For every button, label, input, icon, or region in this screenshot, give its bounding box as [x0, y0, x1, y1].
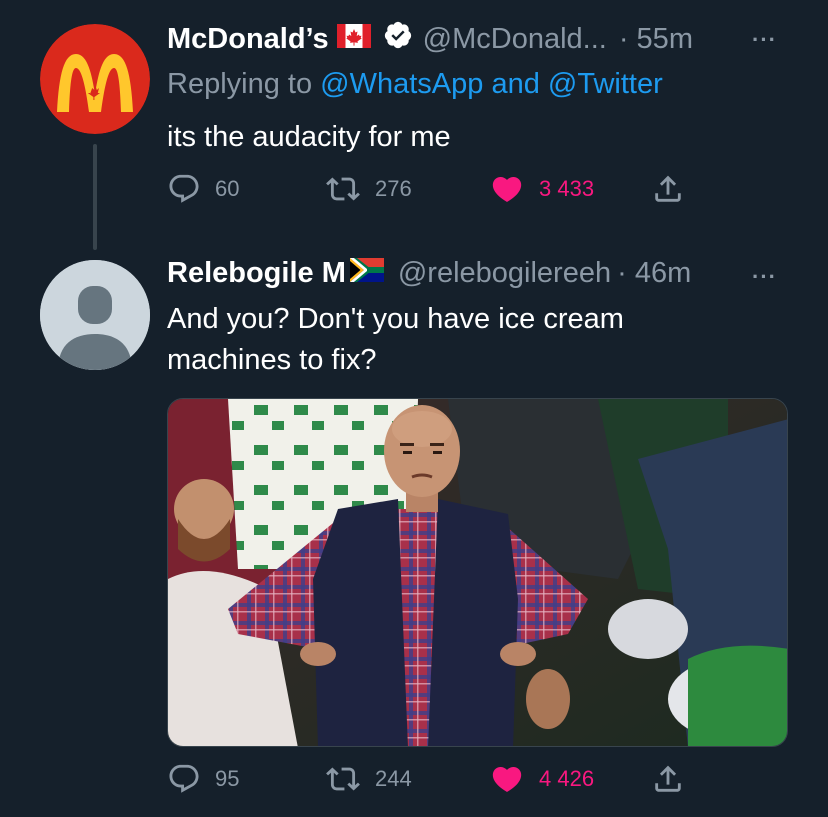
retweet-icon: [325, 762, 361, 796]
handle[interactable]: @relebogilereeh: [398, 257, 611, 290]
display-name[interactable]: McDonald’s: [167, 23, 329, 56]
timestamp[interactable]: · 55m: [619, 23, 693, 56]
reply-count: 60: [215, 176, 240, 201]
like-button[interactable]: 3 433: [489, 172, 594, 206]
display-name[interactable]: Relebogile M: [167, 257, 346, 290]
reply-button[interactable]: 60: [167, 172, 239, 206]
retweet-icon: [325, 172, 361, 206]
mention-whatsapp[interactable]: @WhatsApp: [320, 68, 483, 100]
share-icon: [651, 172, 685, 206]
canada-flag-icon: [336, 23, 371, 56]
thread-connector: [93, 144, 97, 250]
tweet-text-line-2: machines to fix?: [167, 344, 377, 376]
reply-count: 95: [215, 766, 240, 791]
timestamp[interactable]: · 46m: [617, 257, 691, 290]
like-icon: [489, 172, 525, 206]
tweet-text: its the audacity for me: [167, 121, 451, 153]
mention-and: and: [483, 68, 548, 100]
retweet-count: 276: [375, 176, 412, 201]
tweet-media-image[interactable]: [167, 398, 788, 747]
meme-photo: [168, 399, 787, 746]
default-avatar[interactable]: [40, 260, 150, 370]
like-icon: [489, 762, 525, 796]
tweet-header: Relebogile M @relebogilereeh · 46m: [167, 257, 691, 290]
like-count: 3 433: [539, 176, 595, 201]
reply-button[interactable]: 95: [167, 762, 239, 796]
tweet-actions-2: 95 244 4 426: [167, 762, 687, 802]
tweet-actions: 60 276 3 433: [167, 172, 687, 212]
replying-to: Replying to @WhatsApp and @Twitter: [167, 68, 663, 101]
share-button[interactable]: [651, 762, 685, 796]
more-icon[interactable]: ···: [752, 27, 777, 53]
verified-icon: [383, 20, 413, 58]
tweet-mcdonalds[interactable]: McDonald’s @McDonald... · 55m ··· Replyi…: [0, 0, 828, 250]
retweet-button[interactable]: 276: [325, 172, 412, 206]
like-button[interactable]: 4 426: [489, 762, 594, 796]
person-icon: [40, 260, 150, 370]
retweet-count: 244: [375, 766, 412, 791]
mention-twitter[interactable]: @Twitter: [548, 68, 663, 100]
mcdonalds-avatar[interactable]: [40, 24, 150, 134]
reply-icon: [167, 762, 201, 796]
tweet-text-line-1: And you? Don't you have ice cream: [167, 303, 624, 335]
tweet-header: McDonald’s @McDonald... · 55m: [167, 20, 693, 58]
handle[interactable]: @McDonald...: [423, 23, 607, 56]
tweet-text: And you? Don't you have ice cream machin…: [167, 299, 624, 381]
reply-icon: [167, 172, 201, 206]
mcdonalds-logo: [40, 24, 150, 134]
south-africa-flag-icon: [349, 257, 384, 290]
like-count: 4 426: [539, 766, 595, 791]
replying-prefix: Replying to: [167, 68, 321, 100]
retweet-button[interactable]: 244: [325, 762, 412, 796]
share-icon: [651, 762, 685, 796]
more-icon[interactable]: ···: [752, 264, 777, 290]
share-button[interactable]: [651, 172, 685, 206]
